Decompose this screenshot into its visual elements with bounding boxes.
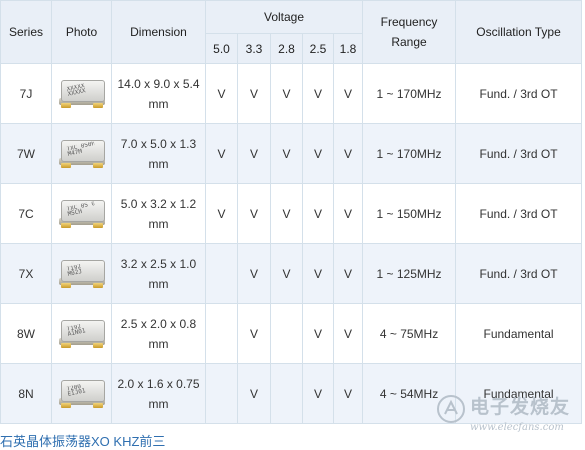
cell-frequency-range: 1 ~ 125MHz <box>362 243 457 304</box>
cell-series: 8N <box>0 363 52 424</box>
cell-voltage-3-3: V <box>237 123 271 184</box>
cell-voltage-2-5: V <box>302 183 334 244</box>
cell-voltage-5-0 <box>205 363 238 424</box>
cell-voltage-2-5: V <box>302 63 334 124</box>
cell-photo: T192 A1N01 <box>51 303 112 364</box>
oscillator-spec-table: Series Photo Dimension Voltage Frequency… <box>0 0 583 424</box>
cell-voltage-3-3: V <box>237 183 271 244</box>
table-row: 7J XXXXX XXXXX 14.0 x 9.0 x 5.4 mm V V V V V 1 ~… <box>0 63 583 124</box>
cell-dimension: 3.2 x 2.5 x 1.0 mm <box>111 243 206 304</box>
crystal-oscillator-photo: T200 EIJ01 <box>58 378 106 410</box>
cell-frequency-range: 1 ~ 170MHz <box>362 123 457 184</box>
cell-photo: XXXXX XXXXX <box>51 63 112 124</box>
cell-series: 7W <box>0 123 52 184</box>
cell-dimension: 5.0 x 3.2 x 1.2 mm <box>111 183 206 244</box>
cell-photo: TXC 05 0 M5CH <box>51 183 112 244</box>
watermark-logo-icon <box>437 395 465 423</box>
cell-voltage-2-5: V <box>302 303 334 364</box>
cell-voltage-2-8: V <box>270 63 303 124</box>
crystal-oscillator-photo: T192 M02J <box>58 258 106 290</box>
header-voltage-2-8: 2.8 <box>270 33 303 64</box>
cell-oscillation-type: Fund. / 3rd OT <box>455 243 583 304</box>
crystal-oscillator-photo: T192 A1N01 <box>58 318 106 350</box>
cell-oscillation-type: Fundamental <box>455 303 583 364</box>
table-row: 8W T192 A1N01 2.5 x 2.0 x 0.8 mm V V V 4 ~ 75M… <box>0 303 583 364</box>
header-series: Series <box>0 0 52 64</box>
crystal-oscillator-photo: XXXXX XXXXX <box>58 78 106 110</box>
footer-link[interactable]: 石英晶体振荡器XO KHZ前三 <box>0 434 420 450</box>
cell-voltage-5-0 <box>205 243 238 304</box>
cell-voltage-2-8: V <box>270 123 303 184</box>
cell-voltage-2-8 <box>270 303 303 364</box>
cell-voltage-2-5: V <box>302 363 334 424</box>
cell-series: 8W <box>0 303 52 364</box>
cell-voltage-2-5: V <box>302 243 334 304</box>
header-voltage-2-5: 2.5 <box>302 33 334 64</box>
header-frequency-range: Frequency Range <box>362 0 457 64</box>
cell-oscillation-type: Fund. / 3rd OT <box>455 183 583 244</box>
cell-voltage-2-8: V <box>270 243 303 304</box>
cell-voltage-1-8: V <box>332 123 364 184</box>
header-dimension: Dimension <box>111 0 206 64</box>
table-body: 7J XXXXX XXXXX 14.0 x 9.0 x 5.4 mm V V V V V 1 ~… <box>0 63 583 424</box>
header-oscillation-type: Oscillation Type <box>455 0 583 64</box>
header-voltage-5-0: 5.0 <box>205 33 238 64</box>
header-photo: Photo <box>51 0 112 64</box>
crystal-oscillator-photo: TXC 05 0 M5CH <box>58 198 106 230</box>
cell-voltage-1-8: V <box>332 363 364 424</box>
cell-photo: TXC 050H M47M <box>51 123 112 184</box>
cell-frequency-range: 1 ~ 170MHz <box>362 63 457 124</box>
cell-voltage-2-8: V <box>270 183 303 244</box>
cell-frequency-range: 4 ~ 75MHz <box>362 303 457 364</box>
cell-voltage-3-3: V <box>237 303 271 364</box>
cell-series: 7J <box>0 63 52 124</box>
cell-voltage-5-0: V <box>205 183 238 244</box>
cell-voltage-1-8: V <box>332 63 364 124</box>
cell-voltage-2-8 <box>270 363 303 424</box>
watermark: 电子发烧友 www.elecfans.com <box>436 392 582 446</box>
table-row: 7X T192 M02J 3.2 x 2.5 x 1.0 mm V V V V 1 ~ 125… <box>0 243 583 304</box>
cell-voltage-3-3: V <box>237 363 271 424</box>
cell-dimension: 2.0 x 1.6 x 0.75 mm <box>111 363 206 424</box>
watermark-url: www.elecfans.com <box>470 422 564 433</box>
cell-voltage-1-8: V <box>332 243 364 304</box>
cell-dimension: 7.0 x 5.0 x 1.3 mm <box>111 123 206 184</box>
cell-voltage-5-0 <box>205 303 238 364</box>
cell-voltage-1-8: V <box>332 183 364 244</box>
cell-series: 7C <box>0 183 52 244</box>
cell-series: 7X <box>0 243 52 304</box>
cell-voltage-1-8: V <box>332 303 364 364</box>
header-voltage-3-3: 3.3 <box>237 33 271 64</box>
cell-voltage-5-0: V <box>205 123 238 184</box>
cell-oscillation-type: Fund. / 3rd OT <box>455 63 583 124</box>
cell-voltage-3-3: V <box>237 63 271 124</box>
cell-photo: T200 EIJ01 <box>51 363 112 424</box>
crystal-oscillator-photo: TXC 050H M47M <box>58 138 106 170</box>
cell-oscillation-type: Fund. / 3rd OT <box>455 123 583 184</box>
watermark-brand: 电子发烧友 <box>470 396 571 418</box>
table-row: 7C TXC 05 0 M5CH 5.0 x 3.2 x 1.2 mm V V V V V 1 … <box>0 183 583 244</box>
cell-frequency-range: 1 ~ 150MHz <box>362 183 457 244</box>
cell-dimension: 14.0 x 9.0 x 5.4 mm <box>111 63 206 124</box>
table-row: 7W TXC 050H M47M 7.0 x 5.0 x 1.3 mm V V V V V 1 … <box>0 123 583 184</box>
header-voltage: Voltage <box>204 0 364 34</box>
cell-dimension: 2.5 x 2.0 x 0.8 mm <box>111 303 206 364</box>
header-voltage-1-8: 1.8 <box>332 33 364 64</box>
cell-voltage-2-5: V <box>302 123 334 184</box>
cell-voltage-3-3: V <box>237 243 271 304</box>
cell-photo: T192 M02J <box>51 243 112 304</box>
cell-voltage-5-0: V <box>205 63 238 124</box>
